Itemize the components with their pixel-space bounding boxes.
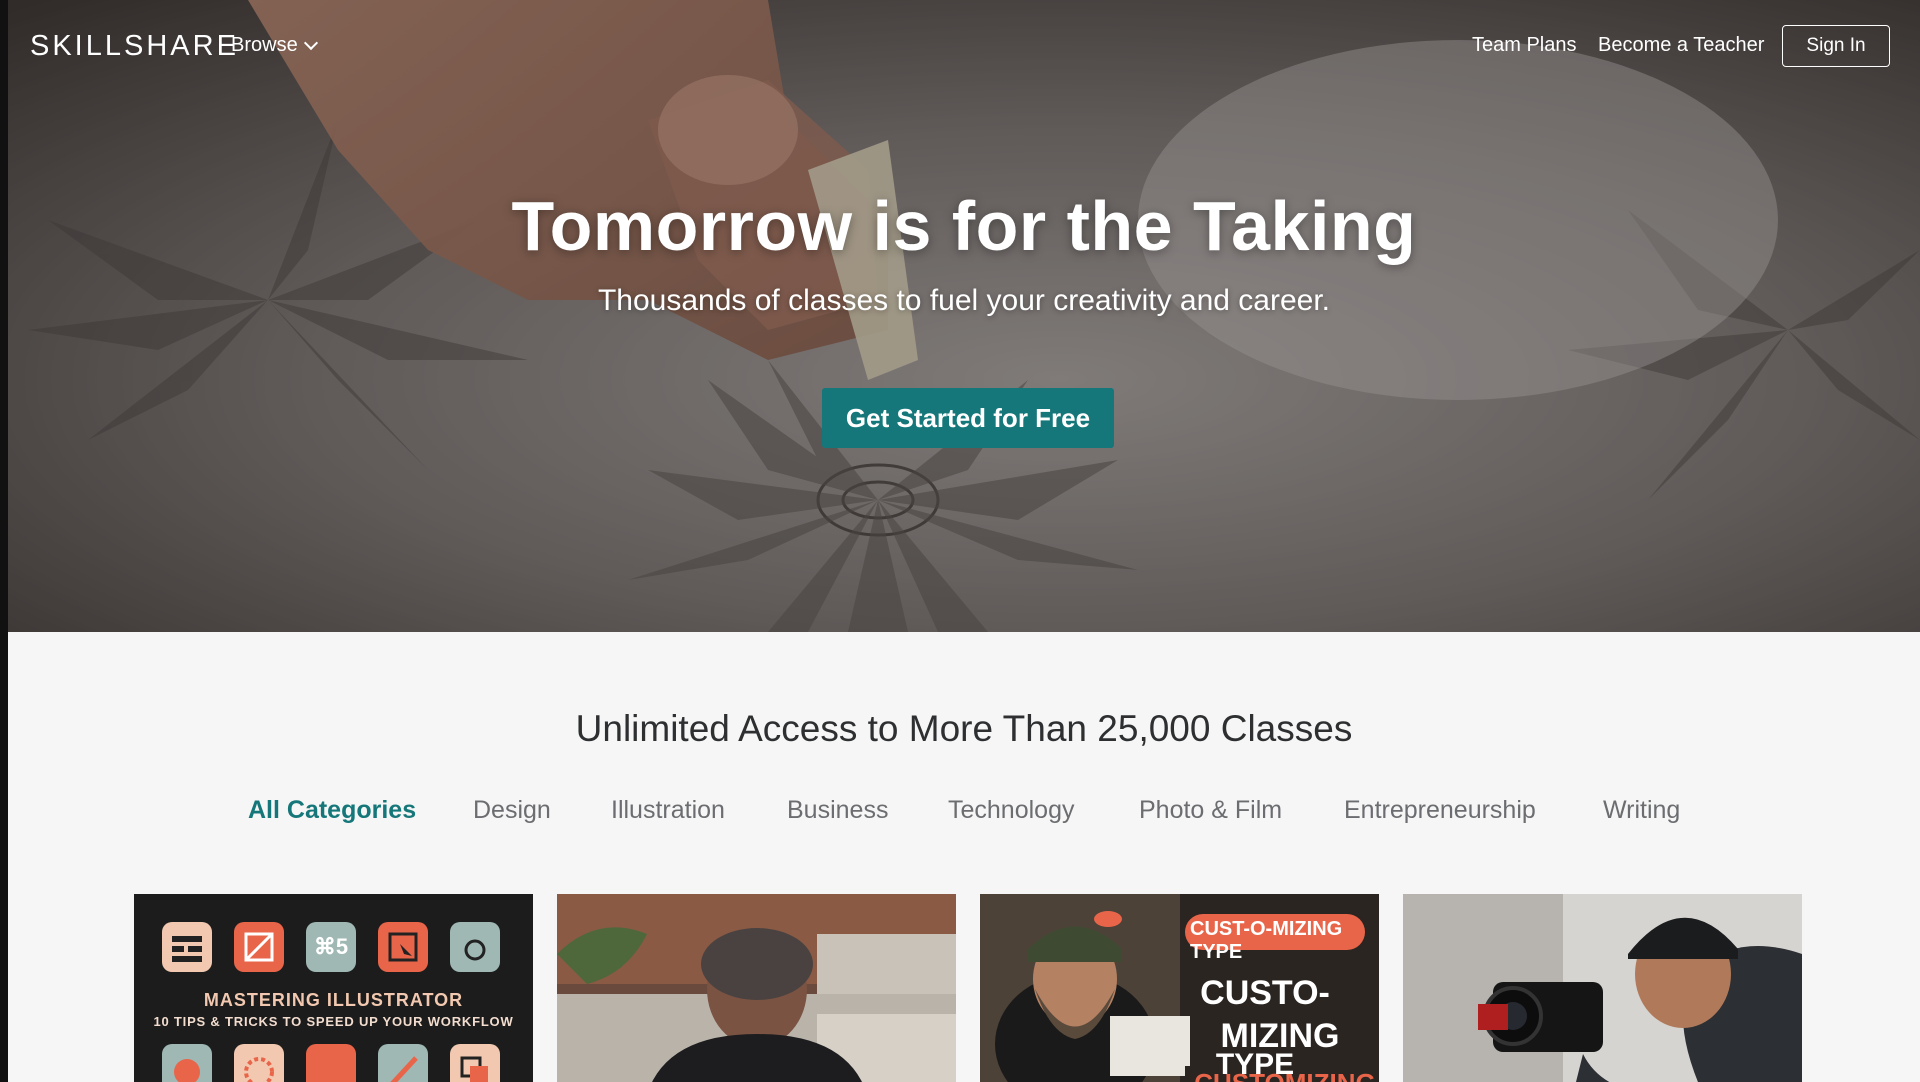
tab-entrepreneurship[interactable]: Entrepreneurship [1344, 796, 1536, 825]
stacked-type-line-1: CUSTO- [1200, 974, 1330, 1012]
class-card-customizing-type[interactable]: MIZING CUSTOMIZING CUSTO- TYPE CUST-O-MI… [980, 894, 1379, 1082]
tab-writing[interactable]: Writing [1603, 796, 1680, 825]
sign-in-button[interactable]: Sign In [1782, 25, 1890, 67]
command-five-icon: ⌘5 [313, 934, 349, 959]
stacked-type-line-3: TYPE [1216, 1048, 1294, 1081]
hero-banner: SKILLSHARE Browse Team Plans Become a Te… [8, 0, 1920, 632]
class-card-row: ⌘5 MASTERING ILLUSTRATOR 10 TIPS & TRICK… [8, 894, 1920, 1082]
instructor-photo [557, 894, 956, 1082]
card-title-line2: 10 TIPS & TRICKS TO SPEED UP YOUR WORKFL… [153, 1014, 514, 1029]
class-card-writer-portrait[interactable] [557, 894, 956, 1082]
customizing-type-headline: CUST-O-MIZING TYPE [1190, 918, 1343, 963]
tab-photo-film[interactable]: Photo & Film [1139, 796, 1282, 825]
category-tabs: All Categories Design Illustration Busin… [8, 796, 1920, 836]
tab-technology[interactable]: Technology [948, 796, 1074, 825]
top-navigation: SKILLSHARE Browse Team Plans Become a Te… [8, 0, 1920, 92]
chevron-down-icon [303, 35, 318, 50]
hero-subtitle: Thousands of classes to fuel your creati… [597, 284, 1331, 317]
browse-menu-button[interactable]: Browse [231, 34, 318, 57]
catalog-title: Unlimited Access to More Than 25,000 Cla… [575, 708, 1353, 749]
skillshare-logo[interactable]: SKILLSHARE [30, 30, 239, 63]
card-title-line1: MASTERING ILLUSTRATOR [203, 990, 464, 1010]
hero-title: Tomorrow is for the Taking [511, 187, 1417, 265]
photographer-photo [1403, 894, 1802, 1082]
catalog-section: Unlimited Access to More Than 25,000 Cla… [8, 632, 1920, 1082]
become-teacher-link[interactable]: Become a Teacher [1598, 34, 1764, 57]
class-card-photographer[interactable] [1403, 894, 1802, 1082]
window-edge [0, 0, 8, 1082]
team-plans-link[interactable]: Team Plans [1472, 34, 1577, 57]
class-card-mastering-illustrator[interactable]: ⌘5 MASTERING ILLUSTRATOR 10 TIPS & TRICK… [134, 894, 533, 1082]
get-started-button[interactable]: Get Started for Free [822, 388, 1114, 448]
tab-design[interactable]: Design [473, 796, 551, 825]
tab-illustration[interactable]: Illustration [611, 796, 725, 825]
tab-business[interactable]: Business [787, 796, 888, 825]
tab-all-categories[interactable]: All Categories [248, 796, 416, 825]
browse-label: Browse [231, 34, 298, 56]
